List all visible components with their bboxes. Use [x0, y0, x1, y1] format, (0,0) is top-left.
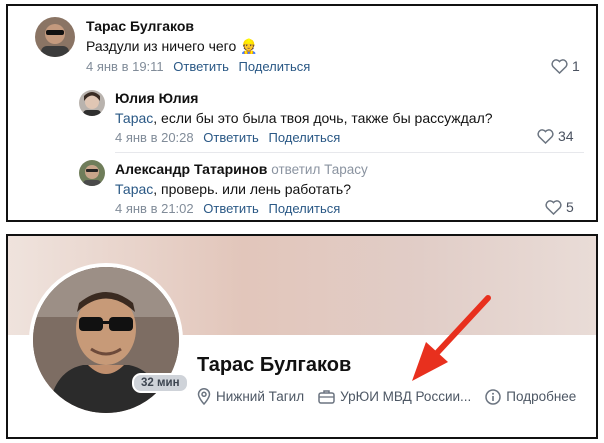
comment-meta: 4 янв в 20:28 Ответить Поделиться: [115, 130, 340, 145]
arrow-annotation: [412, 295, 491, 381]
avatar[interactable]: [79, 90, 105, 116]
heart-icon: [545, 199, 562, 215]
comment-meta: 4 янв в 19:11 Ответить Поделиться: [86, 59, 310, 74]
like-count: 34: [558, 128, 574, 144]
like-button[interactable]: 1: [551, 58, 580, 74]
comment-author-name[interactable]: Александр Татаринов: [115, 161, 267, 177]
mention-link[interactable]: Тарас: [115, 110, 153, 126]
divider: [115, 152, 584, 153]
comment-text: Тарас, если бы это была твоя дочь, также…: [115, 110, 493, 126]
share-button[interactable]: Поделиться: [268, 201, 340, 216]
profile-header: 32 мин Тарас Булгаков Нижний Тагил УрЮИ …: [6, 234, 598, 439]
comment-text: Раздули из ничего чего 👷: [86, 38, 258, 55]
like-count: 1: [572, 58, 580, 74]
like-button[interactable]: 34: [537, 128, 574, 144]
comment-text: Тарас, проверь. или лень работать?: [115, 181, 351, 197]
avatar[interactable]: [79, 160, 105, 186]
comment-author[interactable]: Тарас Булгаков: [86, 18, 194, 34]
share-button[interactable]: Поделиться: [268, 130, 340, 145]
share-button[interactable]: Поделиться: [239, 59, 311, 74]
avatar[interactable]: [35, 17, 75, 57]
comment-date[interactable]: 4 янв в 21:02: [115, 201, 194, 216]
comment-date[interactable]: 4 янв в 20:28: [115, 130, 194, 145]
replied-to-label[interactable]: ответил Тарасу: [271, 162, 368, 177]
comment-author: Александр Татаринов ответил Тарасу: [115, 161, 368, 177]
comment-meta: 4 янв в 21:02 Ответить Поделиться: [115, 201, 340, 216]
comment-text-body: , если бы это была твоя дочь, также бы р…: [153, 110, 493, 126]
comments-panel: Тарас Булгаков Раздули из ничего чего 👷 …: [6, 4, 598, 222]
comment-author[interactable]: Юлия Юлия: [115, 90, 198, 106]
emoji: 👷: [240, 38, 258, 54]
heart-icon: [551, 58, 568, 74]
comment-text-body: Раздули из ничего чего: [86, 38, 237, 54]
mention-link[interactable]: Тарас: [115, 181, 153, 197]
comment-text-body: , проверь. или лень работать?: [153, 181, 352, 197]
like-count: 5: [566, 199, 574, 215]
reply-button[interactable]: Ответить: [203, 201, 259, 216]
reply-button[interactable]: Ответить: [173, 59, 229, 74]
comment-date[interactable]: 4 янв в 19:11: [86, 59, 164, 74]
reply-button[interactable]: Ответить: [203, 130, 259, 145]
heart-icon: [537, 128, 554, 144]
like-button[interactable]: 5: [545, 199, 574, 215]
